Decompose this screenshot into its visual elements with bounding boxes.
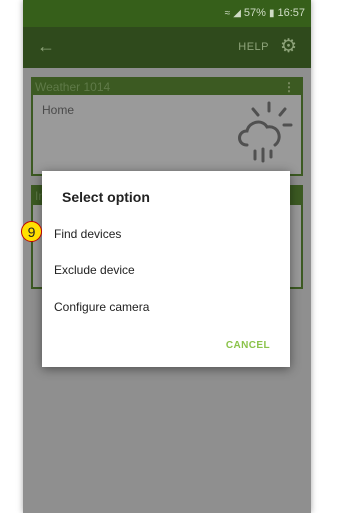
wifi-icon: ≈	[224, 7, 231, 19]
signal-icon: ◢	[233, 7, 241, 19]
back-arrow-icon[interactable]: ←	[37, 36, 55, 57]
cancel-button[interactable]: CANCEL	[226, 340, 270, 351]
battery-icon: ▮	[268, 7, 275, 19]
option-exclude-device[interactable]: Exclude device	[54, 263, 135, 277]
status-bar: ≈ ◢ 57% ▮ 16:57	[23, 0, 311, 27]
help-button[interactable]: HELP	[238, 41, 269, 53]
option-find-devices[interactable]: Find devices	[54, 227, 121, 241]
battery-percent: 57%	[243, 7, 266, 19]
app-bar: ← HELP ⚙	[23, 27, 311, 68]
step-number-badge: 9	[21, 221, 42, 242]
weather-card-header: Weather 1014 ⋮	[33, 79, 301, 95]
option-configure-camera[interactable]: Configure camera	[54, 300, 149, 314]
weather-card-title: Weather 1014	[35, 80, 111, 94]
status-indicators: ≈ ◢ 57% ▮ 16:57	[225, 7, 305, 19]
dialog-title: Select option	[62, 189, 150, 205]
gear-icon[interactable]: ⚙	[280, 35, 297, 58]
select-option-dialog: Select option Find devices Exclude devic…	[42, 171, 290, 367]
status-time: 16:57	[277, 7, 305, 19]
weather-card[interactable]: Weather 1014 ⋮ Home	[31, 77, 303, 176]
weather-cloud-sun-icon	[238, 101, 293, 163]
card-menu-icon[interactable]: ⋮	[283, 79, 295, 95]
